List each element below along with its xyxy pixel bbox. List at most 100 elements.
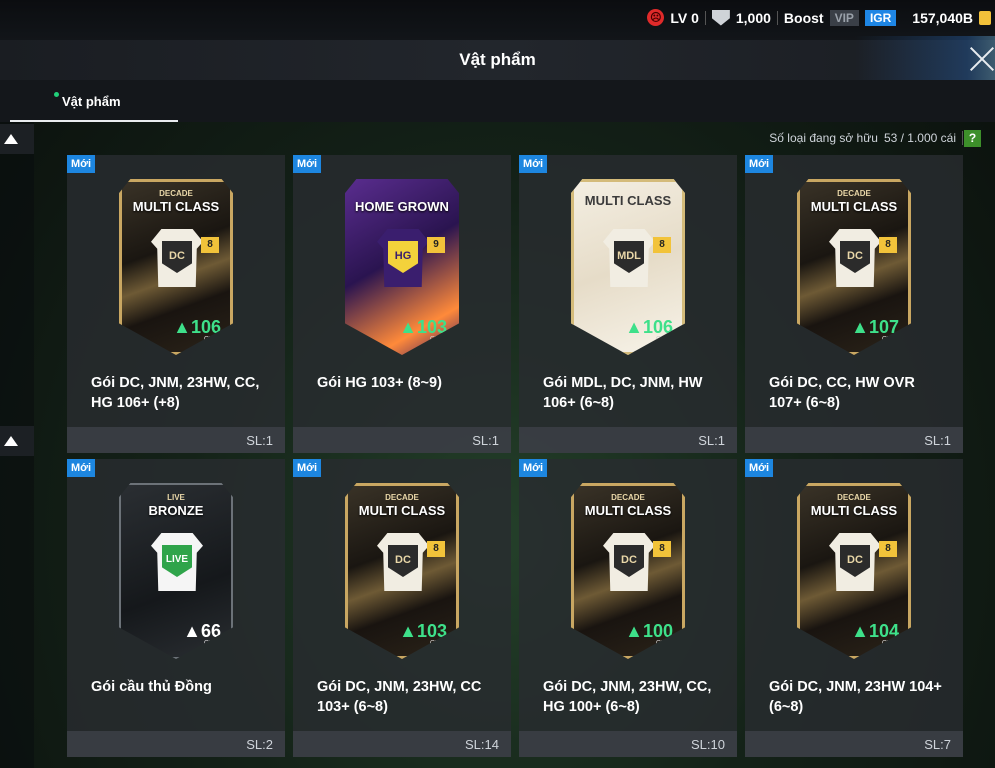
top-status-bar: ☹ LV 0 1,000 Boost VIP IGR 157,040B bbox=[0, 0, 995, 40]
item-quantity: SL:1 bbox=[472, 433, 499, 448]
pack-title: BRONZE bbox=[148, 503, 204, 518]
ovr-value: ▲104 bbox=[851, 621, 899, 641]
new-badge: Mới bbox=[293, 155, 322, 173]
player-stats: ☹ LV 0 1,000 Boost VIP IGR 157,040B bbox=[647, 9, 991, 26]
collapse-row-1[interactable] bbox=[0, 124, 34, 154]
item-card[interactable]: MULTI CLASS MDL 8 ▲106 OVR Mới Gói MDL, DC, JN… bbox=[519, 155, 737, 453]
pack-title: MULTI CLASS bbox=[810, 503, 898, 518]
pack-title: MULTI CLASS bbox=[584, 193, 672, 208]
left-scroll-rail bbox=[0, 122, 34, 768]
ovr-label: OVR bbox=[655, 336, 671, 343]
pack-series: DECADE bbox=[837, 493, 871, 502]
item-quantity: SL:7 bbox=[924, 737, 951, 752]
divider bbox=[704, 10, 706, 25]
item-card[interactable]: HOME GROWN HG 9 ▲103 OVR Mới Gói HG 103+ (8~9)… bbox=[293, 155, 511, 453]
item-card[interactable]: LIVE BRONZE LIVE ▲66 OVR Mới Gói cầu thủ Đồng S… bbox=[67, 459, 285, 757]
item-card[interactable]: DECADE MULTI CLASS DC 8 ▲104 OVR Mới Gói DC, JN… bbox=[745, 459, 963, 757]
item-name: Gói DC, CC, HW OVR 107+ (6~8) bbox=[769, 375, 915, 411]
new-badge: Mới bbox=[519, 155, 548, 173]
ovr-label: OVR bbox=[881, 336, 897, 343]
item-quantity: SL:1 bbox=[246, 433, 273, 448]
pack-image: DECADE MULTI CLASS DC 8 ▲107 OVR bbox=[797, 179, 911, 355]
ownership-label: Số loại đang sở hữu bbox=[769, 131, 878, 145]
ovr-label: OVR bbox=[429, 640, 445, 647]
ovr-value: ▲100 bbox=[625, 621, 673, 641]
pack-image: DECADE MULTI CLASS DC 8 ▲104 OVR bbox=[797, 483, 911, 659]
item-quantity: SL:1 bbox=[924, 433, 951, 448]
level-badge: 8 bbox=[879, 541, 897, 557]
item-footer: SL:10 bbox=[519, 731, 737, 757]
ovr-value: ▲106 bbox=[625, 317, 673, 337]
ovr-value: ▲103 bbox=[399, 621, 447, 641]
new-badge: Mới bbox=[293, 459, 322, 477]
arrow-up-icon bbox=[4, 134, 18, 144]
item-name: Gói cầu thủ Đồng bbox=[91, 679, 212, 695]
ownership-info: Số loại đang sở hữu 53 / 1.000 cái bbox=[769, 131, 963, 145]
pack-title: HOME GROWN bbox=[355, 199, 449, 214]
divider bbox=[962, 131, 963, 145]
page-title: Vật phẩm bbox=[459, 50, 536, 69]
ovr-label: OVR bbox=[655, 640, 671, 647]
new-badge: Mới bbox=[67, 459, 96, 477]
new-badge: Mới bbox=[67, 155, 96, 173]
level-badge: 9 bbox=[427, 237, 445, 253]
tab-label: Vật phẩm bbox=[62, 94, 121, 109]
item-name: Gói HG 103+ (8~9) bbox=[317, 375, 442, 391]
ovr-label: OVR bbox=[429, 336, 445, 343]
tab-items[interactable]: Vật phẩm bbox=[10, 80, 178, 122]
item-quantity: SL:14 bbox=[465, 737, 499, 752]
item-footer: SL:1 bbox=[519, 427, 737, 453]
boost-label: Boost bbox=[783, 9, 824, 26]
collapse-row-2[interactable] bbox=[0, 426, 34, 456]
item-footer: SL:14 bbox=[293, 731, 511, 757]
item-name: Gói DC, JNM, 23HW, CC, HG 100+ (6~8) bbox=[543, 679, 712, 715]
new-badge: Mới bbox=[519, 459, 548, 477]
item-card[interactable]: DECADE MULTI CLASS DC 8 ▲106 OVR Mới Gói DC, JN… bbox=[67, 155, 285, 453]
new-badge: Mới bbox=[745, 155, 774, 173]
item-quantity: SL:10 bbox=[691, 737, 725, 752]
coin-icon bbox=[979, 10, 991, 25]
item-card[interactable]: DECADE MULTI CLASS DC 8 ▲100 OVR Mới Gói DC, JN… bbox=[519, 459, 737, 757]
title-bar: Vật phẩm bbox=[0, 40, 995, 80]
item-name: Gói DC, JNM, 23HW, CC, HG 106+ (+8) bbox=[91, 375, 260, 411]
pack-image: DECADE MULTI CLASS DC 8 ▲100 OVR bbox=[571, 483, 685, 659]
help-button[interactable]: ? bbox=[964, 130, 981, 147]
pack-title: MULTI CLASS bbox=[358, 503, 446, 518]
item-footer: SL:1 bbox=[293, 427, 511, 453]
level-badge: 8 bbox=[427, 541, 445, 557]
arrow-up-icon bbox=[4, 436, 18, 446]
pack-series: DECADE bbox=[611, 493, 645, 502]
ovr-value: ▲107 bbox=[851, 317, 899, 337]
igr-badge: IGR bbox=[864, 9, 897, 26]
level-badge: 8 bbox=[879, 237, 897, 253]
pack-series: LIVE bbox=[167, 493, 185, 502]
pack-image: DECADE MULTI CLASS DC 8 ▲106 OVR bbox=[119, 179, 233, 355]
ownership-count: 53 / 1.000 cái bbox=[883, 131, 956, 145]
new-badge: Mới bbox=[745, 459, 774, 477]
pack-title: MULTI CLASS bbox=[584, 503, 672, 518]
ovr-label: OVR bbox=[203, 336, 219, 343]
balance-value: 157,040B bbox=[912, 9, 973, 26]
pack-series: DECADE bbox=[159, 189, 193, 198]
ovr-value: ▲106 bbox=[173, 317, 221, 337]
pack-image: DECADE MULTI CLASS DC 8 ▲103 OVR bbox=[345, 483, 459, 659]
points-value: 1,000 bbox=[735, 9, 771, 26]
new-dot-icon bbox=[54, 92, 59, 97]
close-icon[interactable] bbox=[969, 45, 995, 71]
level-text: LV 0 bbox=[670, 9, 699, 26]
tab-bar: Vật phẩm bbox=[0, 80, 995, 122]
pack-image: MULTI CLASS MDL 8 ▲106 OVR bbox=[571, 179, 685, 355]
item-name: Gói DC, JNM, 23HW, CC 103+ (6~8) bbox=[317, 679, 482, 715]
item-name: Gói DC, JNM, 23HW 104+ (6~8) bbox=[769, 679, 942, 715]
item-card[interactable]: DECADE MULTI CLASS DC 8 ▲103 OVR Mới Gói DC, JN… bbox=[293, 459, 511, 757]
item-card[interactable]: DECADE MULTI CLASS DC 8 ▲107 OVR Mới Gói DC, CC… bbox=[745, 155, 963, 453]
item-quantity: SL:2 bbox=[246, 737, 273, 752]
pack-title: MULTI CLASS bbox=[810, 199, 898, 214]
pack-title: MULTI CLASS bbox=[132, 199, 220, 214]
ovr-value: ▲103 bbox=[399, 317, 447, 337]
pack-series: DECADE bbox=[385, 493, 419, 502]
sad-face-icon: ☹ bbox=[647, 9, 665, 26]
vip-badge: VIP bbox=[829, 9, 859, 26]
level-badge: 8 bbox=[653, 541, 671, 557]
item-footer: SL:1 bbox=[745, 427, 963, 453]
